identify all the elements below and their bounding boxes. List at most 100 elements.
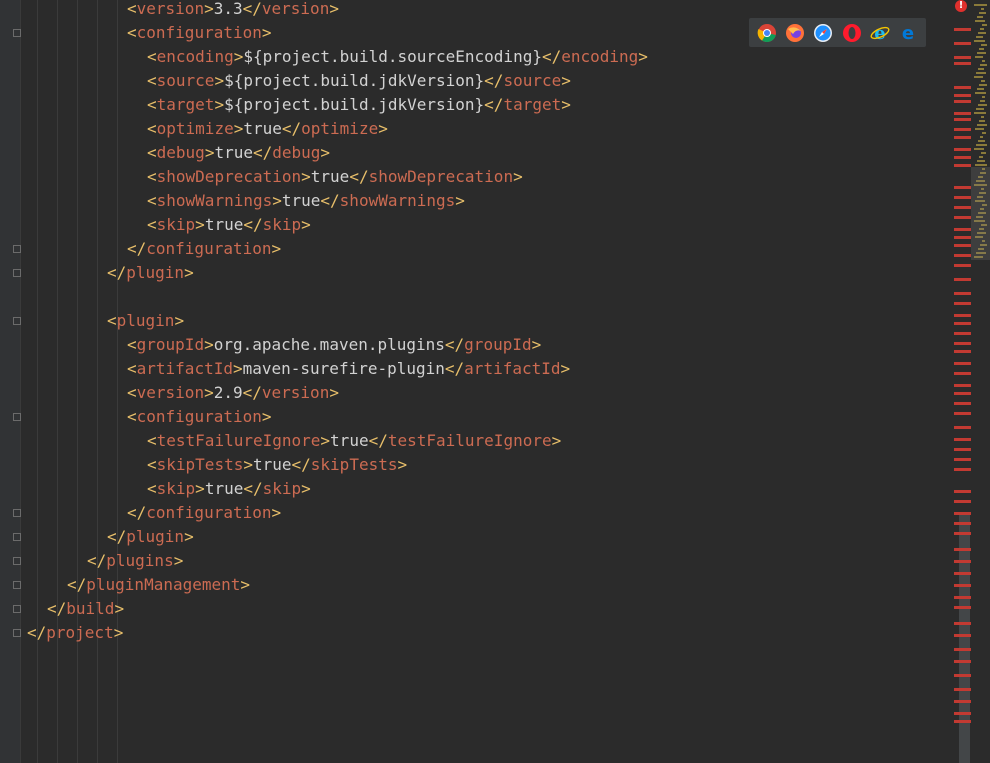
error-marker[interactable] bbox=[954, 468, 971, 471]
error-marker[interactable] bbox=[954, 674, 971, 677]
code-line[interactable]: </configuration> bbox=[127, 501, 281, 525]
error-marker[interactable] bbox=[954, 392, 971, 395]
fold-toggle-icon[interactable] bbox=[13, 533, 21, 541]
error-marker[interactable] bbox=[954, 254, 971, 257]
error-marker[interactable] bbox=[954, 712, 971, 715]
code-line[interactable]: <showDeprecation>true</showDeprecation> bbox=[147, 165, 523, 189]
error-marker[interactable] bbox=[954, 606, 971, 609]
vertical-scrollbar[interactable] bbox=[959, 515, 970, 763]
safari-icon[interactable] bbox=[813, 23, 833, 43]
error-marker[interactable] bbox=[954, 42, 971, 45]
firefox-icon[interactable] bbox=[785, 23, 805, 43]
code-line[interactable]: <skip>true</skip> bbox=[147, 213, 311, 237]
error-marker[interactable] bbox=[954, 314, 971, 317]
code-line[interactable]: <encoding>${project.build.sourceEncoding… bbox=[147, 45, 648, 69]
edge-icon[interactable]: e bbox=[898, 23, 918, 43]
error-marker[interactable] bbox=[954, 56, 971, 59]
error-marker[interactable] bbox=[954, 148, 971, 151]
error-marker[interactable] bbox=[954, 94, 971, 97]
error-marker[interactable] bbox=[954, 596, 971, 599]
code-line[interactable]: </plugin> bbox=[107, 261, 194, 285]
code-line[interactable]: <optimize>true</optimize> bbox=[147, 117, 388, 141]
code-line[interactable]: <debug>true</debug> bbox=[147, 141, 330, 165]
error-marker[interactable] bbox=[954, 118, 971, 121]
error-marker[interactable] bbox=[954, 634, 971, 637]
error-marker[interactable] bbox=[954, 322, 971, 325]
code-line[interactable]: </build> bbox=[47, 597, 124, 621]
error-marker[interactable] bbox=[954, 302, 971, 305]
error-marker[interactable] bbox=[954, 584, 971, 587]
code-line[interactable]: <source>${project.build.jdkVersion}</sou… bbox=[147, 69, 571, 93]
error-marker[interactable] bbox=[954, 86, 971, 89]
code-line[interactable]: <target>${project.build.jdkVersion}</tar… bbox=[147, 93, 571, 117]
error-marker[interactable] bbox=[954, 384, 971, 387]
error-marker[interactable] bbox=[954, 560, 971, 563]
error-marker[interactable] bbox=[954, 228, 971, 231]
error-marker[interactable] bbox=[954, 572, 971, 575]
code-line[interactable]: </configuration> bbox=[127, 237, 281, 261]
fold-toggle-icon[interactable] bbox=[13, 413, 21, 421]
code-line[interactable]: <testFailureIgnore>true</testFailureIgno… bbox=[147, 429, 561, 453]
fold-toggle-icon[interactable] bbox=[13, 509, 21, 517]
fold-toggle-icon[interactable] bbox=[13, 557, 21, 565]
fold-toggle-icon[interactable] bbox=[13, 269, 21, 277]
error-marker[interactable] bbox=[954, 236, 971, 239]
error-marker[interactable] bbox=[954, 216, 971, 219]
chrome-icon[interactable] bbox=[757, 23, 777, 43]
error-marker[interactable] bbox=[954, 720, 971, 723]
code-line[interactable]: <skipTests>true</skipTests> bbox=[147, 453, 407, 477]
error-marker[interactable] bbox=[954, 622, 971, 625]
error-marker[interactable] bbox=[954, 532, 971, 535]
error-marker[interactable] bbox=[954, 490, 971, 493]
error-marker[interactable] bbox=[954, 688, 971, 691]
code-line[interactable]: </plugins> bbox=[87, 549, 183, 573]
error-marker[interactable] bbox=[954, 186, 971, 189]
code-line[interactable]: <configuration> bbox=[127, 21, 272, 45]
code-line[interactable]: <version>3.3</version> bbox=[127, 0, 339, 21]
error-marker[interactable] bbox=[954, 448, 971, 451]
error-marker[interactable] bbox=[954, 362, 971, 365]
error-marker[interactable] bbox=[954, 648, 971, 651]
error-marker[interactable] bbox=[954, 522, 971, 525]
code-line[interactable]: <skip>true</skip> bbox=[147, 477, 311, 501]
error-marker[interactable] bbox=[954, 100, 971, 103]
code-line[interactable]: <configuration> bbox=[127, 405, 272, 429]
fold-toggle-icon[interactable] bbox=[13, 605, 21, 613]
error-marker[interactable] bbox=[954, 458, 971, 461]
error-marker[interactable] bbox=[954, 62, 971, 65]
error-marker[interactable] bbox=[954, 156, 971, 159]
error-marker[interactable] bbox=[954, 196, 971, 199]
minimap-viewport[interactable] bbox=[971, 167, 990, 260]
code-line[interactable]: <artifactId>maven-surefire-plugin</artif… bbox=[127, 357, 570, 381]
error-marker[interactable] bbox=[954, 402, 971, 405]
error-marker[interactable] bbox=[954, 372, 971, 375]
error-marker[interactable] bbox=[954, 500, 971, 503]
error-marker[interactable] bbox=[954, 264, 971, 267]
error-marker[interactable] bbox=[954, 512, 971, 515]
error-marker[interactable] bbox=[954, 136, 971, 139]
error-marker[interactable] bbox=[954, 438, 971, 441]
error-marker[interactable] bbox=[954, 548, 971, 551]
fold-toggle-icon[interactable] bbox=[13, 629, 21, 637]
code-line[interactable]: <groupId>org.apache.maven.plugins</group… bbox=[127, 333, 541, 357]
code-line[interactable]: <showWarnings>true</showWarnings> bbox=[147, 189, 465, 213]
fold-toggle-icon[interactable] bbox=[13, 245, 21, 253]
code-editor[interactable]: <version>3.3</version> <configuration> <en… bbox=[21, 0, 951, 763]
code-line[interactable]: </pluginManagement> bbox=[67, 573, 250, 597]
error-marker[interactable] bbox=[954, 112, 971, 115]
code-line[interactable]: </project> bbox=[27, 621, 123, 645]
error-marker[interactable] bbox=[954, 412, 971, 415]
error-indicator-icon[interactable]: ! bbox=[955, 0, 967, 12]
error-marker[interactable] bbox=[954, 660, 971, 663]
fold-toggle-icon[interactable] bbox=[13, 581, 21, 589]
error-marker[interactable] bbox=[954, 244, 971, 247]
error-marker[interactable] bbox=[954, 164, 971, 167]
error-marker[interactable] bbox=[954, 206, 971, 209]
code-line[interactable]: </plugin> bbox=[107, 525, 194, 549]
error-marker[interactable] bbox=[954, 28, 971, 31]
fold-toggle-icon[interactable] bbox=[13, 317, 21, 325]
error-marker[interactable] bbox=[954, 128, 971, 131]
error-marker[interactable] bbox=[954, 278, 971, 281]
error-marker[interactable] bbox=[954, 332, 971, 335]
opera-icon[interactable] bbox=[842, 23, 862, 43]
